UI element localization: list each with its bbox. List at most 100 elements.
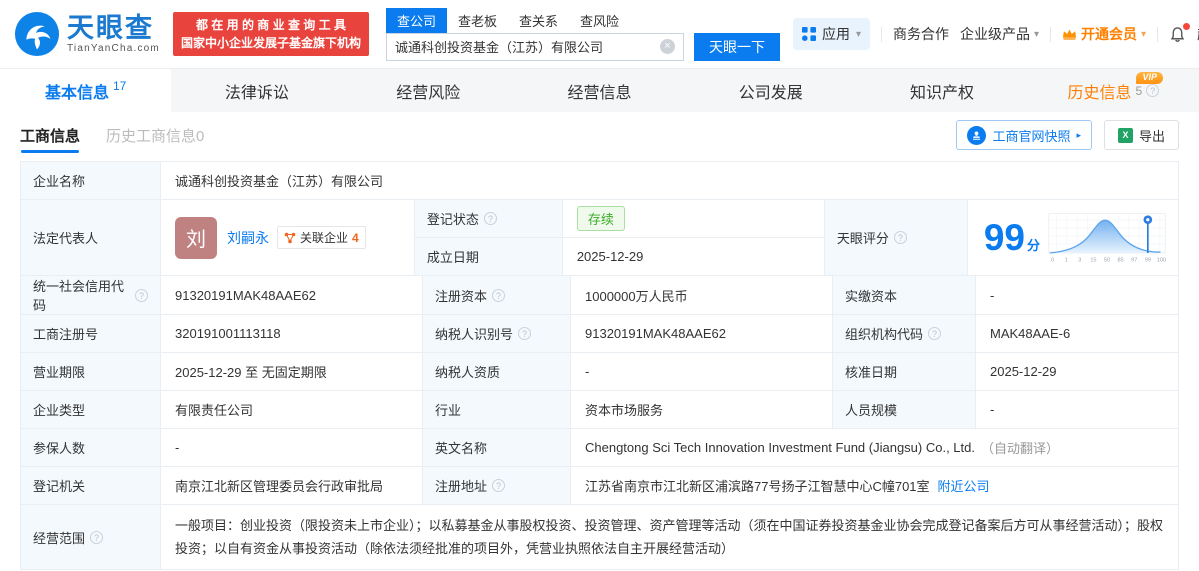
field-label-reg-number: 工商注册号 xyxy=(21,315,161,352)
score-unit: 分 xyxy=(1026,238,1040,253)
field-value-reg-number: 320191001113118 xyxy=(161,315,423,352)
export-button[interactable]: X 导出 xyxy=(1103,120,1179,150)
logo-subtitle: TianYanCha.com xyxy=(67,43,160,54)
tab-company-development[interactable]: 公司发展 xyxy=(685,69,856,112)
search-button[interactable]: 天眼一下 xyxy=(693,32,780,61)
slogan-line2: 国家中小企业发展子基金旗下机构 xyxy=(180,36,361,50)
svg-text:50: 50 xyxy=(1104,257,1110,263)
related-companies-badge[interactable]: 关联企业 4 xyxy=(277,226,366,249)
caret-down-icon: ▾ xyxy=(1034,28,1040,40)
help-icon[interactable] xyxy=(893,231,907,244)
subtab-history-registration[interactable]: 历史工商信息0 xyxy=(106,112,204,158)
search-tab-risk[interactable]: 查风险 xyxy=(569,8,630,33)
nav-enterprise-products[interactable]: 企业级产品 ▾ xyxy=(960,24,1039,44)
field-label-reg-address: 注册地址 xyxy=(423,467,571,504)
field-label-taxpayer-id: 纳税人识别号 xyxy=(423,315,571,352)
tab-count: 5 xyxy=(1135,83,1143,98)
legal-rep-link[interactable]: 刘嗣永 xyxy=(227,228,269,248)
badge-label: 关联企业 xyxy=(300,231,349,245)
nav-open-vip[interactable]: 开通会员 ▾ xyxy=(1062,24,1146,44)
tab-label: 法律诉讼 xyxy=(224,84,289,102)
field-value-org-code: MAK48AAE-6 xyxy=(976,315,1178,352)
help-icon[interactable] xyxy=(928,327,942,340)
tab-label: 公司发展 xyxy=(738,84,803,102)
help-icon[interactable] xyxy=(135,288,148,302)
subtab-bar: 工商信息 历史工商信息0 工商官网快照 ▸ X 导出 xyxy=(0,112,1199,158)
field-label-legal-rep: 法定代表人 xyxy=(21,200,161,275)
tab-basic-info[interactable]: 基本信息 17 xyxy=(0,69,172,112)
tab-business-info[interactable]: 经营信息 xyxy=(514,69,685,112)
score-distribution-chart: 0 1 3 15 50 85 97 99 100 xyxy=(1048,212,1166,263)
top-header: 天眼查 TianYanCha.com 都 在 用 的 商 业 查 询 工 具 国… xyxy=(0,0,1199,68)
tab-intellectual-property[interactable]: 知识产权 xyxy=(856,69,1027,112)
search-tab-relation[interactable]: 查关系 xyxy=(508,8,569,33)
tab-history-info[interactable]: VIP 历史信息 5 xyxy=(1028,69,1199,112)
tianyancha-logo[interactable]: 天眼查 TianYanCha.com xyxy=(14,11,160,57)
search-tab-company[interactable]: 查公司 xyxy=(385,7,447,33)
table-row: 企业类型 有限责任公司 行业 资本市场服务 人员规模 - xyxy=(21,391,1178,429)
field-value-paid-capital: - xyxy=(976,276,1178,314)
field-label-reg-capital: 注册资本 xyxy=(423,276,571,314)
search-input[interactable] xyxy=(394,39,660,54)
crown-icon xyxy=(1062,29,1077,40)
svg-text:1: 1 xyxy=(1065,257,1068,263)
svg-text:0: 0 xyxy=(1051,257,1054,263)
label-text: 经营范围 xyxy=(33,530,86,546)
caret-right-icon: ▸ xyxy=(1076,129,1081,140)
field-value-staff-size: - xyxy=(976,391,1178,428)
nearby-companies-link[interactable]: 附近公司 xyxy=(938,476,990,495)
auto-translate-note: （自动翻译） xyxy=(981,441,1060,456)
tab-operational-risk[interactable]: 经营风险 xyxy=(343,69,514,112)
field-value-reg-capital: 1000000万人民币 xyxy=(571,276,833,314)
excel-icon: X xyxy=(1117,127,1133,143)
help-icon[interactable] xyxy=(90,530,104,544)
field-label-company-name: 企业名称 xyxy=(21,162,161,199)
score-value: 99 xyxy=(983,217,1025,258)
field-value-insured-count: - xyxy=(161,429,423,466)
avatar[interactable]: 刘 xyxy=(175,216,217,259)
apps-label: 应用 xyxy=(821,26,850,42)
tab-legal-proceedings[interactable]: 法律诉讼 xyxy=(171,69,342,112)
score-number: 99 分 xyxy=(984,219,1040,256)
field-label-approval-date: 核准日期 xyxy=(833,353,976,390)
label-text: 注册资本 xyxy=(435,288,488,304)
label-text: 天眼评分 xyxy=(836,231,889,246)
help-icon[interactable] xyxy=(492,479,506,492)
field-label-tianyan-score: 天眼评分 xyxy=(824,200,968,275)
subtab-business-registration[interactable]: 工商信息 xyxy=(20,112,80,158)
top-nav: 应用 ▾ 商务合作 企业级产品 ▾ 开通会员 ▾ 超级... xyxy=(792,18,1199,50)
field-label-english-name: 英文名称 xyxy=(423,429,571,466)
field-value-tianyan-score: 99 分 0 1 3 15 50 85 97 99 100 xyxy=(967,200,1178,275)
field-label-paid-capital: 实缴资本 xyxy=(833,276,976,314)
help-icon[interactable] xyxy=(518,327,532,340)
field-value-reg-address: 江苏省南京市江北新区浦滨路77号扬子江智慧中心C幢701室 附近公司 xyxy=(571,467,1178,504)
caret-down-icon: ▾ xyxy=(855,28,861,40)
table-row: 统一社会信用代码 91320191MAK48AAE62 注册资本 1000000… xyxy=(21,276,1178,315)
field-value-approval-date: 2025-12-29 xyxy=(976,353,1178,390)
search-tab-boss[interactable]: 查老板 xyxy=(447,8,508,33)
notification-dot xyxy=(1183,22,1191,30)
table-row: 法定代表人 刘 刘嗣永 关联企业 4 登记状态 ? 存续 成立日期 2025-1… xyxy=(21,200,1178,276)
field-label-reg-authority: 登记机关 xyxy=(21,467,161,504)
help-icon[interactable] xyxy=(492,288,506,302)
help-icon[interactable] xyxy=(483,212,497,225)
help-icon[interactable] xyxy=(1146,84,1160,97)
field-value-legal-rep: 刘 刘嗣永 关联企业 4 xyxy=(161,200,415,275)
nav-cooperation[interactable]: 商务合作 xyxy=(893,24,949,44)
slogan-badge: 都 在 用 的 商 业 查 询 工 具 国家中小企业发展子基金旗下机构 xyxy=(172,12,369,56)
notifications-bell[interactable] xyxy=(1169,22,1191,43)
english-name-text: Chengtong Sci Tech Innovation Investment… xyxy=(585,440,975,455)
field-value-english-name: Chengtong Sci Tech Innovation Investment… xyxy=(571,429,1178,466)
table-row: 参保人数 - 英文名称 Chengtong Sci Tech Innovatio… xyxy=(21,429,1178,467)
enterprise-label: 企业级产品 xyxy=(960,26,1030,42)
label-text: 组织机构代码 xyxy=(845,327,924,342)
clear-icon[interactable]: × xyxy=(659,39,675,54)
official-snapshot-button[interactable]: 工商官网快照 ▸ xyxy=(956,120,1092,150)
svg-text:3: 3 xyxy=(1078,257,1081,263)
apps-menu[interactable]: 应用 ▾ xyxy=(792,18,870,50)
field-value-business-scope: 一般项目：创业投资（限投资未上市企业）；以私募基金从事股权投资、投资管理、资产管… xyxy=(161,505,1178,569)
field-value-industry: 资本市场服务 xyxy=(571,391,833,428)
field-value-business-term: 2025-12-29 至 无固定期限 xyxy=(161,353,423,390)
divider xyxy=(1050,26,1052,42)
field-value-taxpayer-quality: - xyxy=(571,353,833,390)
